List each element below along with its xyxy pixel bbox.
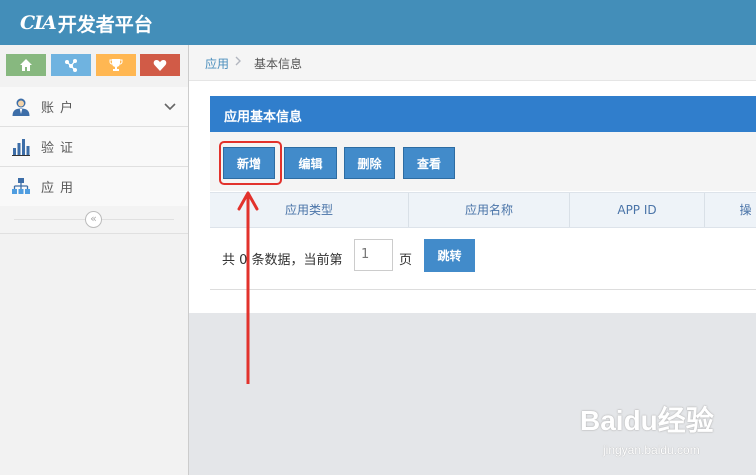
- sidebar-item-label: 应用: [41, 181, 80, 196]
- watermark-brand: Baidu经验: [580, 405, 714, 436]
- shortcut-heart-button[interactable]: [140, 54, 180, 76]
- sidebar-item-label: 账户: [41, 101, 80, 116]
- home-icon: [20, 59, 32, 71]
- main-content: 应用基本信息 新增 编辑 删除 查看 应用类型 应用名称 APP ID 操 共 …: [189, 81, 756, 313]
- jump-button[interactable]: 跳转: [424, 239, 475, 272]
- sidebar-item-label: 验证: [41, 141, 80, 156]
- sidebar-collapse-button[interactable]: «: [85, 211, 102, 228]
- top-header: CIA 开发者平台: [0, 0, 756, 45]
- column-header-actions[interactable]: 操: [705, 193, 756, 227]
- shortcut-trophy-button[interactable]: [96, 54, 136, 76]
- sidebar-collapse-row: «: [0, 206, 188, 234]
- pagination: 共 0 条数据，当前第 1 页 跳转: [210, 228, 756, 288]
- column-header-app-id[interactable]: APP ID: [570, 193, 705, 227]
- breadcrumb: 应用 基本信息: [189, 45, 756, 81]
- breadcrumb-current: 基本信息: [254, 57, 303, 71]
- chevron-down-icon: [164, 103, 176, 111]
- shortcut-home-button[interactable]: [6, 54, 46, 76]
- table-header: 应用类型 应用名称 APP ID 操: [210, 192, 756, 228]
- edit-button[interactable]: 编辑: [284, 147, 337, 179]
- trophy-icon: [109, 59, 123, 71]
- pagination-suffix: 页: [399, 253, 413, 268]
- sitemap-icon: [12, 178, 30, 194]
- sidebar-item-verify[interactable]: 验证: [0, 127, 188, 167]
- annotation-arrow: [237, 191, 259, 384]
- sidebar: 账户 验证 应用 «: [0, 45, 189, 475]
- user-icon: [12, 98, 30, 116]
- breadcrumb-link-apps[interactable]: 应用: [205, 55, 229, 72]
- delete-button[interactable]: 删除: [344, 147, 395, 179]
- sidebar-shortcuts: [0, 45, 188, 88]
- watermark-url: jingyan.baidu.com: [603, 443, 700, 457]
- panel-toolbar: 新增 编辑 删除 查看: [210, 132, 756, 191]
- sidebar-item-account[interactable]: 账户: [0, 87, 188, 127]
- page-number-input[interactable]: 1: [354, 239, 393, 271]
- highlight-box: [219, 141, 282, 185]
- chevron-right-icon: [235, 56, 241, 66]
- sidebar-item-apps[interactable]: 应用: [0, 167, 188, 207]
- logo[interactable]: CIA 开发者平台: [20, 9, 153, 37]
- baidu-watermark: Baidu经验 jingyan.baidu.com: [580, 395, 730, 465]
- heart-icon: [153, 60, 167, 71]
- logo-mark: CIA: [20, 12, 57, 34]
- network-icon: [65, 59, 77, 72]
- panel-title: 应用基本信息: [224, 110, 303, 125]
- view-button[interactable]: 查看: [403, 147, 455, 179]
- app-info-panel: 应用基本信息 新增 编辑 删除 查看 应用类型 应用名称 APP ID 操 共 …: [210, 96, 756, 290]
- shortcut-network-button[interactable]: [51, 54, 91, 76]
- app-title: 开发者平台: [57, 13, 153, 36]
- panel-header: 应用基本信息: [210, 96, 756, 132]
- column-header-app-name[interactable]: 应用名称: [409, 193, 570, 227]
- bar-chart-icon: [12, 139, 30, 156]
